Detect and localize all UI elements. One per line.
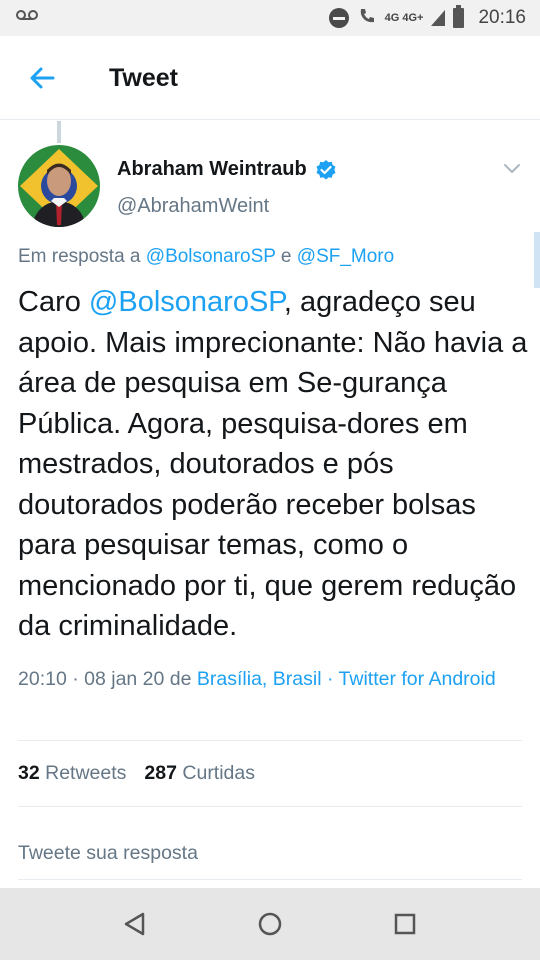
meta-separator: · [326, 668, 334, 690]
mention-link[interactable]: @BolsonaroSP [89, 286, 284, 318]
verified-badge-icon [315, 159, 337, 181]
nav-home-icon[interactable] [254, 908, 286, 940]
status-bar: 4G 4G+ 20:16 [0, 0, 540, 36]
divider [18, 806, 522, 807]
nav-back-icon[interactable] [119, 908, 151, 940]
avatar[interactable] [18, 145, 100, 227]
battery-icon [453, 5, 465, 28]
phone-wifi-icon [357, 6, 377, 31]
likes-stat[interactable]: 287 Curtidas [144, 762, 255, 784]
nav-recents-icon[interactable] [389, 908, 421, 940]
system-nav-bar [0, 888, 540, 960]
retweets-count: 32 [18, 762, 40, 784]
tweet-stats: 32 Retweets 287 Curtidas [18, 762, 255, 785]
divider [18, 879, 522, 880]
tweet-timestamp: 20:10 · 08 jan 20 de [18, 668, 192, 690]
reply-context: Em resposta a @BolsonaroSP e @SF_Moro [18, 246, 394, 268]
retweets-stat[interactable]: 32 Retweets [18, 762, 126, 784]
source-link[interactable]: Twitter for Android [339, 668, 496, 690]
network-type: 4G 4G+ [384, 12, 424, 24]
thread-connector [57, 121, 61, 143]
tweet-author[interactable]: Abraham Weintraub @AbrahamWeint [117, 158, 337, 218]
tweet-text-prefix: Caro [18, 286, 81, 318]
tweet-meta: 20:10 · 08 jan 20 de Brasília, Brasil · … [18, 664, 518, 694]
chevron-down-icon[interactable] [502, 158, 522, 178]
retweets-label: Retweets [45, 762, 127, 784]
clock: 20:16 [478, 7, 526, 28]
voicemail-icon [16, 8, 38, 27]
likes-count: 287 [144, 762, 177, 784]
do-not-disturb-icon [328, 8, 349, 28]
page-title: Tweet [109, 64, 178, 92]
app-header: Tweet [0, 36, 540, 120]
arrow-left-icon[interactable] [26, 62, 58, 94]
tweet-text: Caro @BolsonaroSP, agradeço seu apoio. M… [18, 282, 528, 647]
scrollbar[interactable] [534, 232, 540, 288]
signal-icon [431, 10, 446, 26]
reply-user-link[interactable]: @BolsonaroSP [146, 246, 276, 267]
reply-joiner: e [280, 246, 292, 267]
tweet-text-body: , agradeço seu apoio. Mais imprecionante… [18, 286, 528, 642]
likes-label: Curtidas [182, 762, 256, 784]
reply-input[interactable]: Tweete sua resposta [18, 842, 198, 865]
reply-prefix: Em resposta a [18, 246, 141, 267]
divider [18, 740, 522, 741]
reply-user-link[interactable]: @SF_Moro [297, 246, 394, 267]
location-link[interactable]: Brasília, Brasil [197, 668, 322, 690]
author-name[interactable]: Abraham Weintraub [117, 158, 307, 181]
author-handle[interactable]: @AbrahamWeint [117, 195, 337, 218]
